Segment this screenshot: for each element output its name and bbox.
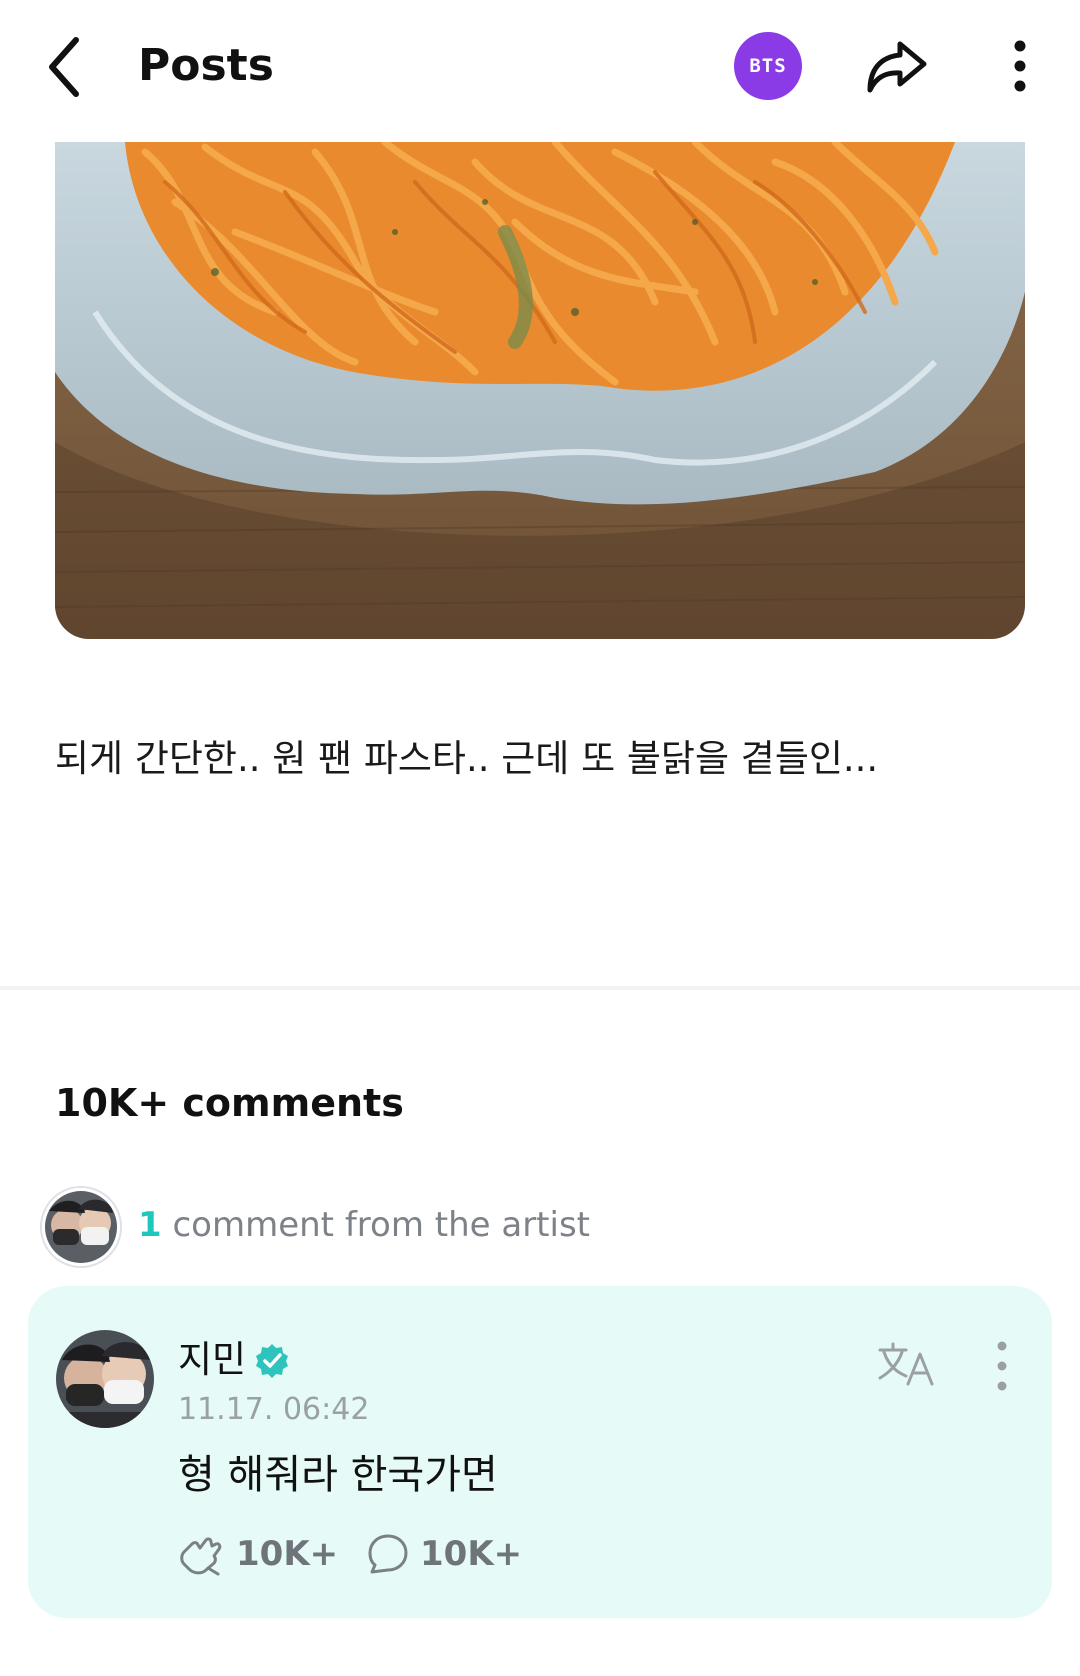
back-button[interactable] bbox=[40, 30, 100, 105]
artist-avatar-image bbox=[45, 1191, 117, 1263]
post-text: 되게 간단한.. 원 팬 파스타.. 근데 또 불닭을 곁들인... bbox=[55, 737, 879, 780]
reply-count: 10K+ bbox=[420, 1534, 523, 1574]
top-bar: Posts BTS bbox=[0, 0, 1080, 140]
share-button[interactable] bbox=[864, 36, 930, 96]
share-arrow-icon bbox=[867, 41, 927, 93]
comment-body: 형 해줘라 한국가면 bbox=[178, 1452, 498, 1498]
artist-comment-text: comment from the artist bbox=[172, 1205, 590, 1245]
translate-icon bbox=[878, 1342, 934, 1386]
reply-button[interactable]: 10K+ bbox=[366, 1526, 526, 1582]
chevron-left-icon bbox=[49, 37, 79, 97]
speech-bubble-icon bbox=[368, 1534, 408, 1574]
artist-comment-count: 1 bbox=[138, 1205, 162, 1245]
verified-badge-icon bbox=[253, 1342, 291, 1380]
cheer-like-icon bbox=[180, 1537, 222, 1576]
artist-comments-summary[interactable]: 1 comment from the artist bbox=[42, 1188, 842, 1266]
like-button[interactable]: 10K+ bbox=[178, 1526, 338, 1582]
avatar[interactable] bbox=[56, 1330, 154, 1428]
more-options-button[interactable] bbox=[1005, 36, 1035, 96]
community-badge[interactable]: BTS bbox=[734, 32, 802, 100]
artist-comment-card[interactable]: 지민 11.17. 06:42 형 해줘라 한국가면 10K+ 10K+ bbox=[28, 1286, 1052, 1618]
comments-count: 10K+ comments bbox=[55, 1081, 404, 1125]
avatar bbox=[42, 1188, 120, 1266]
pasta-photo bbox=[55, 142, 1025, 639]
artist-comment-label: 1 comment from the artist bbox=[138, 1202, 590, 1248]
translate-button[interactable] bbox=[876, 1340, 936, 1390]
commenter-avatar-image bbox=[56, 1330, 154, 1428]
kebab-vertical-icon bbox=[997, 1341, 1007, 1391]
section-divider bbox=[0, 986, 1080, 990]
like-count: 10K+ bbox=[236, 1534, 339, 1574]
kebab-vertical-icon bbox=[1014, 40, 1026, 92]
post-photo[interactable] bbox=[55, 142, 1025, 639]
page-title: Posts bbox=[138, 40, 274, 91]
comment-more-button[interactable] bbox=[990, 1338, 1014, 1394]
comment-author[interactable]: 지민 bbox=[178, 1336, 246, 1384]
comment-timestamp: 11.17. 06:42 bbox=[178, 1392, 370, 1427]
